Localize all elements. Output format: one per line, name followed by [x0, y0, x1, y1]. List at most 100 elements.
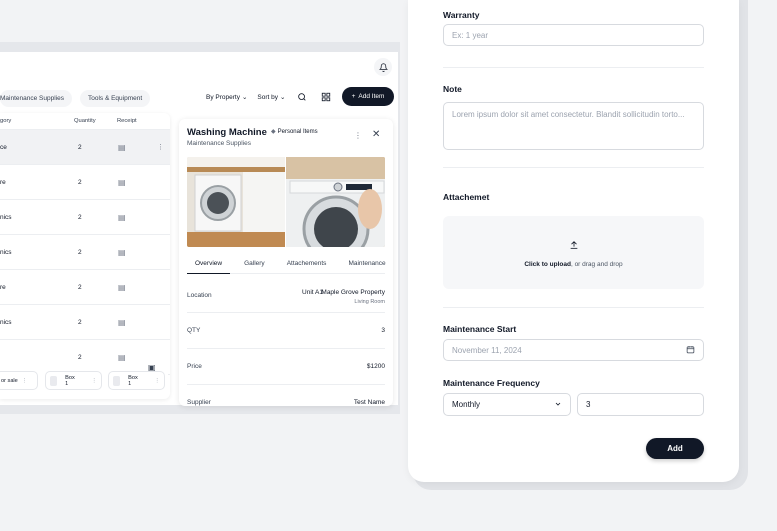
row-category: re [0, 283, 6, 291]
header-receipt: Receipt [117, 118, 137, 124]
chip-tools-equipment[interactable]: Tools & Equipment [79, 90, 151, 107]
frequency-label: Maintenance Frequency [443, 378, 540, 388]
receipt-icon[interactable]: ▤ [118, 318, 126, 327]
add-item-label: Add Item [358, 93, 385, 100]
plus-icon: + [351, 93, 356, 100]
row-category: nics [0, 248, 12, 256]
box-chip[interactable]: or sale ⋮ [0, 371, 38, 390]
category-chips: Maintenance Supplies Tools & Equipment [0, 90, 151, 107]
upload-text: Click to upload, or drag and drop [443, 261, 704, 268]
tab-attachements[interactable]: Attachements [273, 259, 335, 274]
more-options-icon[interactable]: ⋮ [154, 378, 160, 384]
chevron-down-icon [554, 400, 562, 410]
box-label: Box 1 [65, 374, 75, 387]
location-property: Maple Grove Property [321, 289, 385, 296]
table-row[interactable]: nics 2 ▤ [0, 235, 170, 270]
tag-icon: ◆ [271, 129, 276, 135]
maintenance-start-label: Maintenance Start [443, 324, 517, 334]
box-chip[interactable]: Box 1 ⋮ [108, 371, 165, 390]
receipt-icon[interactable]: ▤ [118, 248, 126, 257]
note-label: Note [443, 84, 462, 94]
location-label: Location [187, 292, 212, 299]
upload-hint: , or drag and drop [570, 261, 623, 268]
frequency-value: Monthly [452, 400, 481, 409]
row-quantity: 2 [78, 283, 82, 291]
notification-bell-icon[interactable] [374, 58, 392, 76]
frequency-select[interactable]: Monthly [443, 393, 571, 416]
table-row[interactable]: re 2 ▤ [0, 270, 170, 305]
qty-value: 3 [381, 327, 385, 334]
more-options-icon[interactable]: ⋮ [91, 378, 97, 384]
chip-maintenance-supplies[interactable]: Maintenance Supplies [0, 90, 72, 107]
item-title: Washing Machine [187, 127, 267, 138]
table-row[interactable]: ce 2 ▤ ⋮ [0, 130, 170, 165]
sort-by-dropdown[interactable]: Sort by ⌄ [257, 93, 286, 102]
row-category: nics [0, 213, 12, 221]
grid-view-icon[interactable] [319, 90, 333, 104]
location-unit: Unit A1 [302, 289, 323, 296]
divider [443, 167, 704, 168]
tab-gallery[interactable]: Gallery [230, 259, 273, 274]
detail-row-price: Price $1200 [187, 349, 385, 385]
receipt-icon[interactable]: ▤ [118, 143, 126, 152]
box-label: Box 1 [128, 374, 138, 387]
chevron-down-icon: ⌄ [280, 94, 286, 101]
row-quantity: 2 [78, 353, 82, 361]
box-chip[interactable]: Box 1 ⋮ [45, 371, 102, 390]
qty-label: QTY [187, 327, 201, 334]
attachment-label: Attachemet [443, 192, 490, 202]
divider [443, 67, 704, 68]
upload-dropzone[interactable]: Click to upload, or drag and drop [443, 216, 704, 289]
detail-row-location: Location Unit A1 Maple Grove Property Li… [187, 279, 385, 313]
detail-row-qty: QTY 3 [187, 313, 385, 349]
box-cube-icon [113, 375, 121, 386]
row-category: ce [0, 143, 7, 151]
calendar-icon[interactable] [686, 345, 695, 356]
item-subtitle: Maintenance Supplies [187, 140, 251, 147]
maintenance-start-input[interactable]: November 11, 2024 [443, 339, 704, 361]
box-bar: ▣ or sale ⋮ Box 1 ⋮ Box 1 ⋮ [0, 363, 168, 397]
divider [443, 307, 704, 308]
item-tag-label: Personal Items [277, 128, 318, 135]
more-options-icon[interactable]: ⋮ [157, 143, 164, 151]
row-quantity: 2 [78, 143, 82, 151]
tab-maintenance[interactable]: Maintenance [334, 259, 393, 274]
item-tag: ◆ Personal Items [271, 128, 318, 136]
box-cube-icon [50, 375, 58, 386]
items-table: gory Quantity Receipt ce 2 ▤ ⋮ re 2 ▤ ni… [0, 113, 170, 399]
table-header: gory Quantity Receipt [0, 113, 170, 130]
tab-overview[interactable]: Overview [187, 259, 231, 274]
row-quantity: 2 [78, 213, 82, 221]
receipt-icon[interactable]: ▤ [118, 178, 126, 187]
box-label: or sale [1, 377, 18, 384]
by-property-dropdown[interactable]: By Property ⌄ [206, 93, 247, 102]
close-icon[interactable]: ✕ [372, 129, 380, 140]
table-row[interactable]: re 2 ▤ [0, 165, 170, 200]
add-item-form: Warranty Ex: 1 year Note Lorem ipsum dol… [408, 0, 739, 482]
row-quantity: 2 [78, 248, 82, 256]
table-row[interactable]: nics 2 ▤ [0, 200, 170, 235]
header-category: gory [0, 118, 12, 124]
item-photo [187, 157, 385, 247]
receipt-icon[interactable]: ▤ [118, 283, 126, 292]
warranty-input[interactable]: Ex: 1 year [443, 24, 704, 46]
sort-by-label: Sort by [257, 93, 279, 101]
add-item-button[interactable]: + Add Item [342, 87, 394, 106]
upload-link[interactable]: Click to upload [524, 261, 571, 268]
more-options-icon[interactable]: ⋮ [354, 131, 362, 140]
upload-icon [443, 240, 704, 253]
table-row[interactable]: nics 2 ▤ [0, 305, 170, 340]
note-textarea[interactable]: Lorem ipsum dolor sit amet consectetur. … [443, 102, 704, 150]
header-quantity: Quantity [74, 118, 96, 124]
add-button[interactable]: Add [646, 438, 704, 459]
receipt-icon[interactable]: ▤ [118, 213, 126, 222]
supplier-label: Supplier [187, 399, 211, 406]
search-icon[interactable] [295, 90, 309, 104]
receipt-icon[interactable]: ▤ [118, 353, 126, 362]
more-options-icon[interactable]: ⋮ [22, 378, 28, 384]
warranty-label: Warranty [443, 10, 480, 20]
maintenance-start-value: November 11, 2024 [452, 345, 522, 355]
frequency-count-input[interactable]: 3 [577, 393, 704, 416]
by-property-label: By Property [206, 93, 240, 101]
row-quantity: 2 [78, 318, 82, 326]
